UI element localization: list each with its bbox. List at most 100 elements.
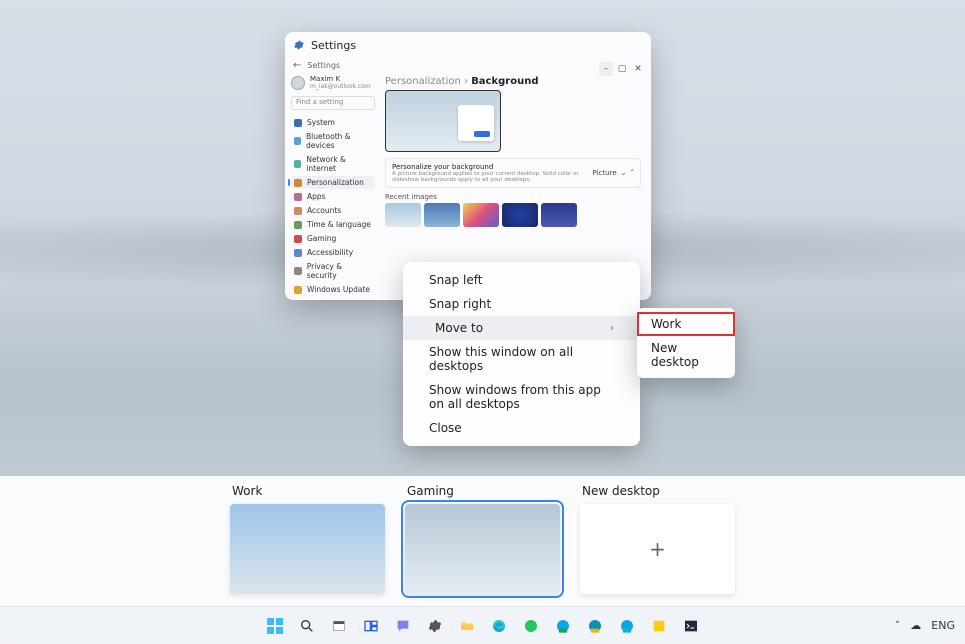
edge-canary-icon[interactable] <box>613 612 641 640</box>
chevron-up-icon: ˄ <box>631 169 635 177</box>
recent-images-label: Recent images <box>385 193 641 201</box>
context-submenu: WorkNew desktop <box>637 308 735 378</box>
minimize-button[interactable]: – <box>599 62 613 76</box>
file-explorer-icon[interactable] <box>453 612 481 640</box>
window-title: Settings <box>311 39 356 52</box>
nav-item-bluetooth-devices[interactable]: Bluetooth & devices <box>291 130 375 152</box>
desktop-thumb[interactable] <box>405 504 560 594</box>
ctx-sub-new-desktop[interactable]: New desktop <box>637 336 735 374</box>
start-button[interactable] <box>261 612 289 640</box>
ctx-item-move-to[interactable]: Move to› <box>403 316 640 340</box>
nav-label: Network & internet <box>306 155 372 173</box>
ctx-item-show-windows-from-this-app-on-all-desktops[interactable]: Show windows from this app on all deskto… <box>403 378 640 416</box>
desktop-thumb[interactable] <box>230 504 385 594</box>
profile-email: m_iak@outlook.com <box>310 84 371 91</box>
close-button[interactable]: ✕ <box>631 62 645 76</box>
search-button[interactable] <box>293 612 321 640</box>
nav-icon <box>294 179 302 187</box>
chevron-right-icon: › <box>610 323 614 334</box>
window-controls: – ▢ ✕ <box>599 62 645 76</box>
desktop-new-desktop[interactable]: New desktop + <box>580 484 735 606</box>
breadcrumb-current: Background <box>471 76 538 87</box>
nav-icon <box>294 235 302 243</box>
maximize-button[interactable]: ▢ <box>615 62 629 76</box>
system-tray: ˄ ☁ ENG <box>895 619 955 632</box>
recent-images <box>385 203 641 227</box>
nav-item-personalization[interactable]: Personalization <box>291 176 375 189</box>
nav-label: Accessibility <box>307 248 353 257</box>
profile[interactable]: Maxim K m_iak@outlook.com <box>291 76 375 90</box>
settings-taskbar-icon[interactable] <box>421 612 449 640</box>
task-view-button[interactable] <box>357 612 385 640</box>
background-type-select[interactable]: Picture ⌄ ˄ <box>593 169 634 177</box>
app-icon[interactable] <box>517 612 545 640</box>
tray-overflow-button[interactable]: ˄ <box>895 619 901 632</box>
nav-label: System <box>307 118 335 127</box>
nav-item-privacy-security[interactable]: Privacy & security <box>291 260 375 282</box>
nav-icon <box>294 137 301 145</box>
subheader: Settings <box>307 61 340 70</box>
nav-label: Time & language <box>307 220 371 229</box>
recent-thumb[interactable] <box>502 203 538 227</box>
nav-label: Apps <box>307 192 326 201</box>
nav-item-accessibility[interactable]: Accessibility <box>291 246 375 259</box>
personalize-card[interactable]: Personalize your background A picture ba… <box>385 158 641 188</box>
sidebar: Maxim K m_iak@outlook.com Find a setting… <box>285 72 381 300</box>
nav-item-network-internet[interactable]: Network & internet <box>291 153 375 175</box>
nav-item-windows-update[interactable]: Windows Update <box>291 283 375 296</box>
titlebar[interactable]: Settings <box>285 32 651 58</box>
nav-icon <box>294 193 302 201</box>
pinned-app-icon[interactable] <box>645 612 673 640</box>
nav-label: Personalization <box>307 178 364 187</box>
nav-item-gaming[interactable]: Gaming <box>291 232 375 245</box>
nav-icon <box>294 119 302 127</box>
recent-thumb[interactable] <box>424 203 460 227</box>
nav-icon <box>294 286 302 294</box>
nav-item-time-language[interactable]: Time & language <box>291 218 375 231</box>
nav-icon <box>294 207 302 215</box>
explorer-icon[interactable] <box>325 612 353 640</box>
onedrive-icon[interactable]: ☁ <box>910 619 921 632</box>
back-button[interactable]: ← <box>293 60 301 71</box>
search-input[interactable]: Find a setting <box>291 96 375 110</box>
nav-label: Windows Update <box>307 285 370 294</box>
chat-icon[interactable] <box>389 612 417 640</box>
ctx-sub-work[interactable]: Work <box>637 312 735 336</box>
edge-icon[interactable] <box>485 612 513 640</box>
nav-label: Privacy & security <box>307 262 372 280</box>
nav-item-system[interactable]: System <box>291 116 375 129</box>
edge-beta-icon[interactable] <box>549 612 577 640</box>
settings-icon <box>293 39 305 51</box>
desktop-label: Gaming <box>405 484 560 498</box>
context-menu: Snap leftSnap rightMove to›Show this win… <box>403 262 640 446</box>
nav-icon <box>294 267 302 275</box>
terminal-icon[interactable] <box>677 612 705 640</box>
desktop-work[interactable]: Work <box>230 484 385 606</box>
chevron-down-icon: ⌄ <box>621 169 627 177</box>
desktop-gaming[interactable]: Gaming <box>405 484 560 606</box>
recent-thumb[interactable] <box>541 203 577 227</box>
desktop-label: New desktop <box>580 484 735 498</box>
ctx-item-close[interactable]: Close <box>403 416 640 440</box>
nav-item-apps[interactable]: Apps <box>291 190 375 203</box>
nav-label: Accounts <box>307 206 341 215</box>
avatar <box>291 76 305 90</box>
nav-icon <box>294 160 301 168</box>
nav-icon <box>294 249 302 257</box>
recent-thumb[interactable] <box>385 203 421 227</box>
nav-item-accounts[interactable]: Accounts <box>291 204 375 217</box>
breadcrumb: Personalization › Background <box>385 76 641 87</box>
breadcrumb-parent[interactable]: Personalization <box>385 76 461 87</box>
edge-dev-icon[interactable] <box>581 612 609 640</box>
language-indicator[interactable]: ENG <box>931 619 955 632</box>
ctx-item-show-this-window-on-all-desktops[interactable]: Show this window on all desktops <box>403 340 640 378</box>
nav-label: Gaming <box>307 234 336 243</box>
desktop-label: Work <box>230 484 385 498</box>
settings-window: Settings ← Settings – ▢ ✕ Maxim K m_iak@… <box>285 32 651 300</box>
ctx-item-snap-left[interactable]: Snap left <box>403 268 640 292</box>
taskbar: ˄ ☁ ENG <box>0 606 965 644</box>
ctx-item-snap-right[interactable]: Snap right <box>403 292 640 316</box>
recent-thumb[interactable] <box>463 203 499 227</box>
new-desktop-button[interactable]: + <box>580 504 735 594</box>
desktops-strip: Work Gaming New desktop + <box>0 476 965 606</box>
